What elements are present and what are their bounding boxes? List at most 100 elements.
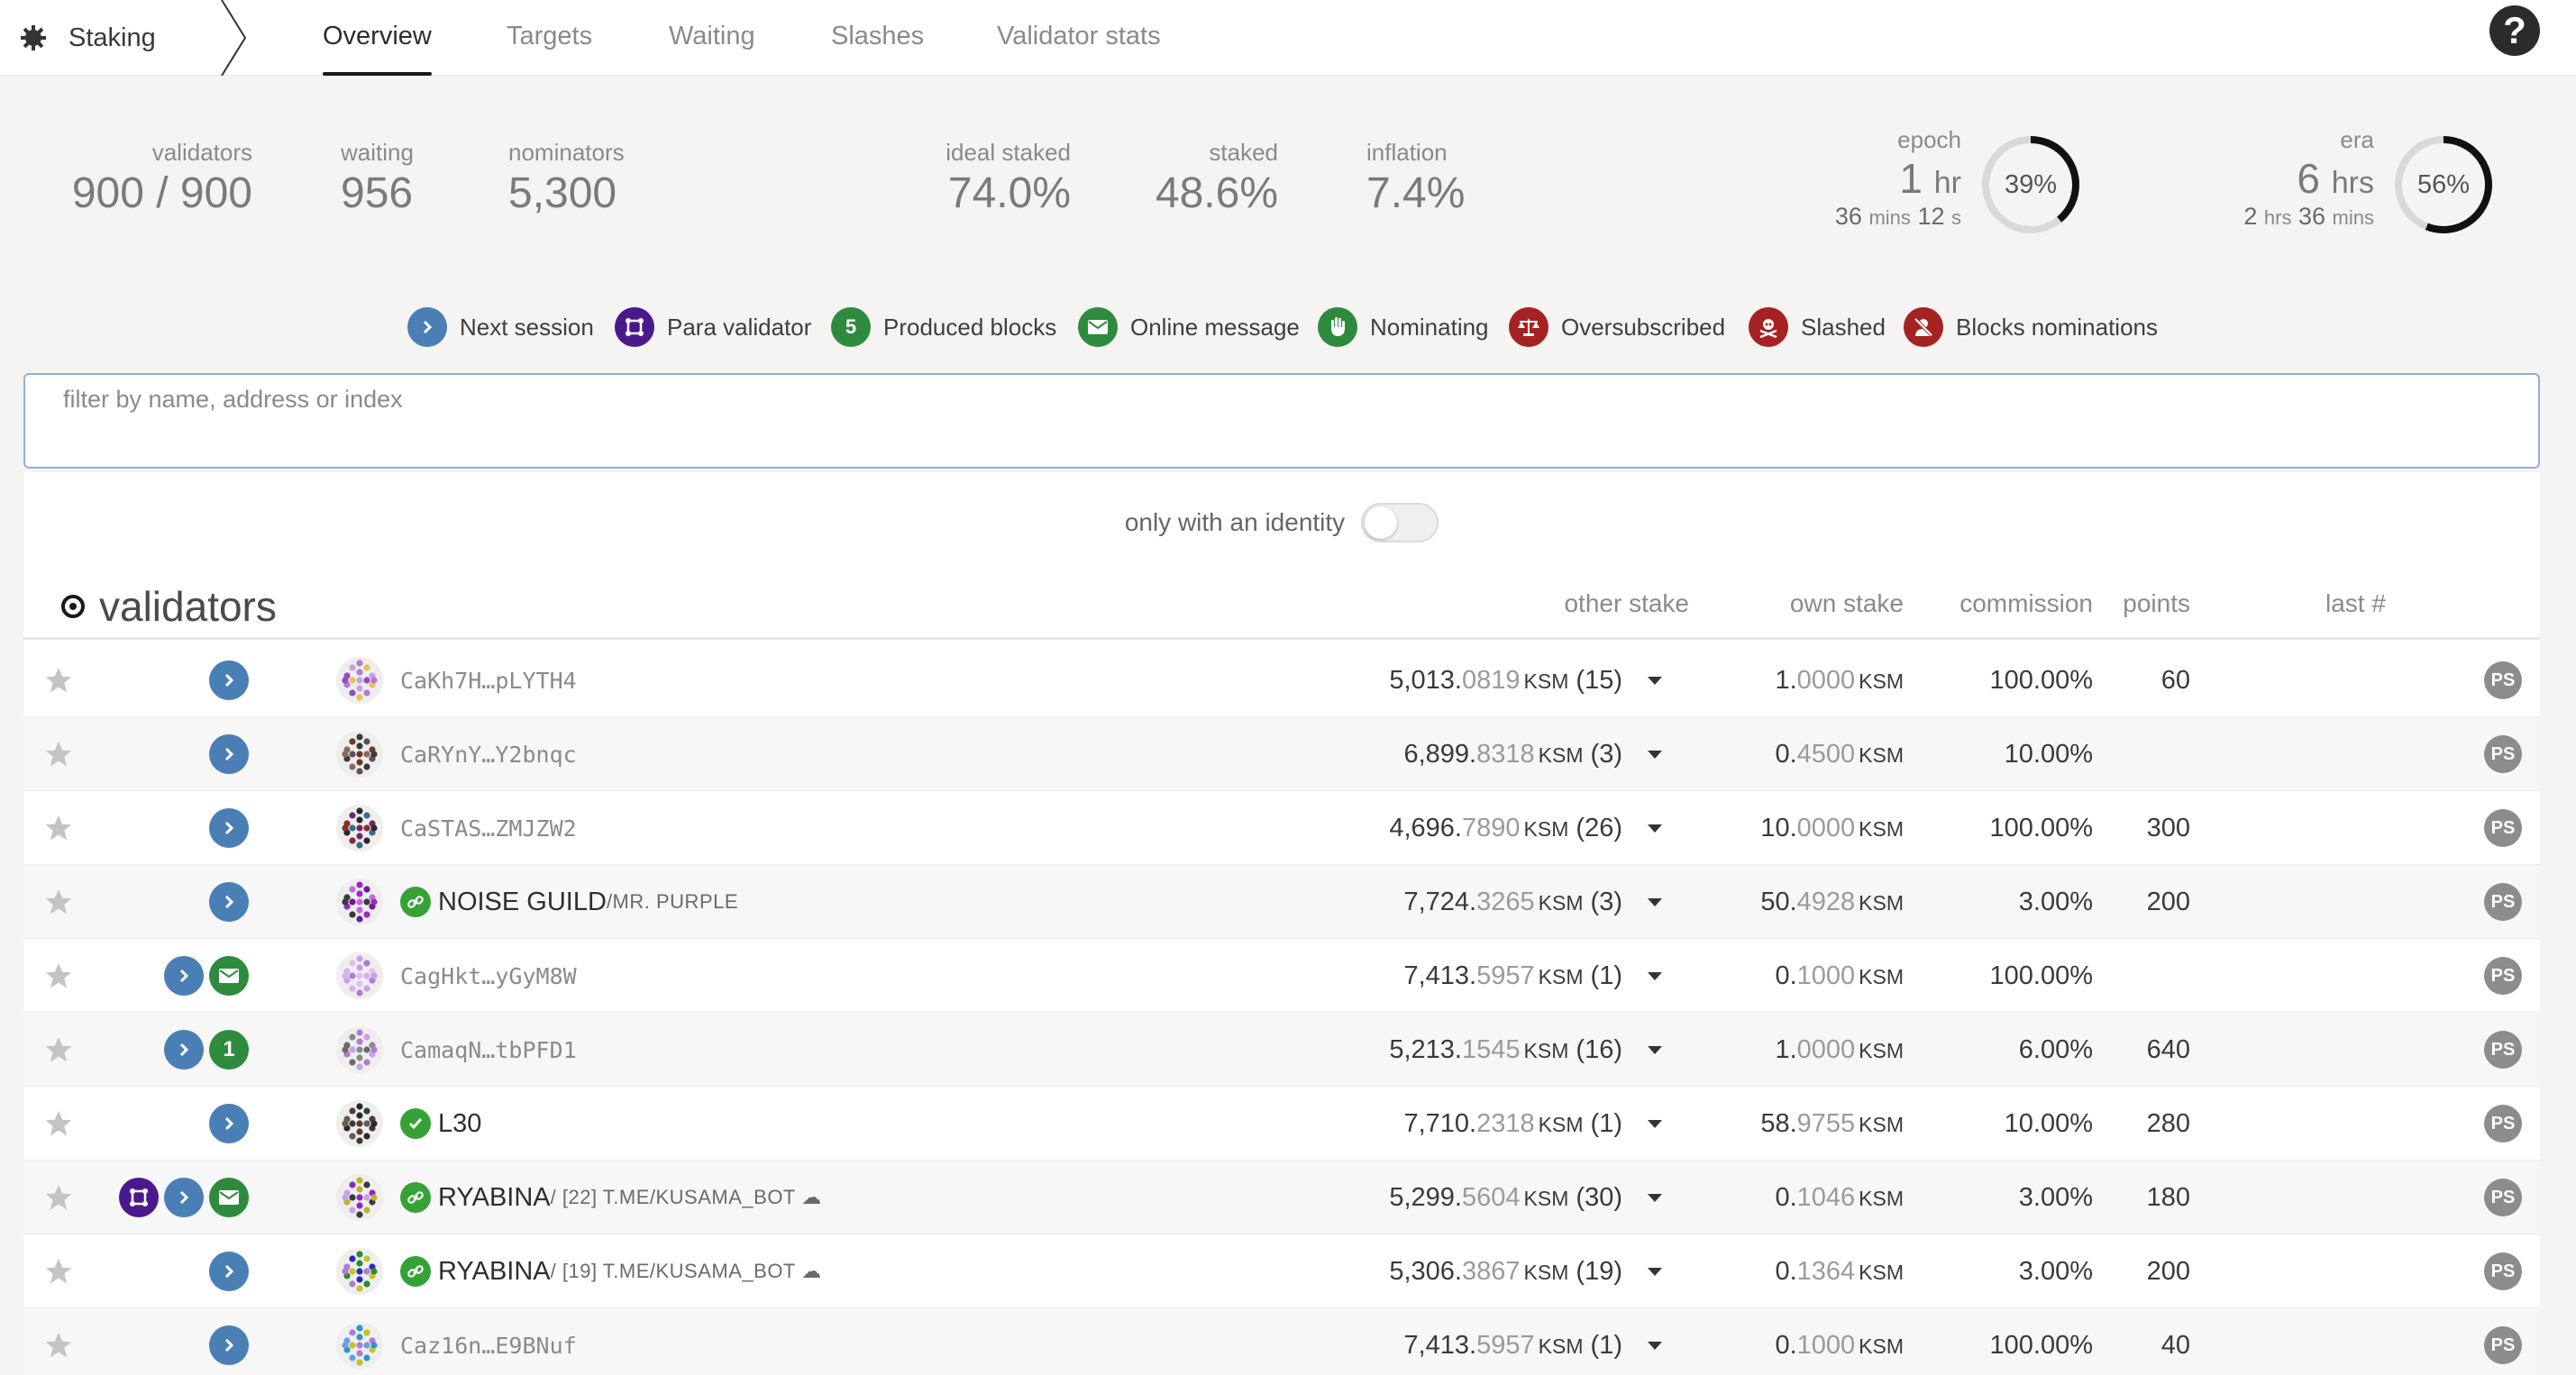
other-stake-cell[interactable]: 6,899.8318 KSM (3): [1403, 717, 1664, 791]
table-row[interactable]: 1 CamaqN…tbPFD1 5,213.1545 KSM (16) 1.0000 KS…: [23, 1013, 2540, 1087]
account-name[interactable]: CaKh7H…pLYTH4: [400, 643, 577, 717]
identicon-avatar[interactable]: [335, 1247, 384, 1296]
header-last-block[interactable]: last #: [2325, 589, 2386, 618]
identity-toggle[interactable]: [1361, 503, 1439, 542]
table-row[interactable]: CaSTAS…ZMJZW2 4,696.7890 KSM (26) 10.0000 KS…: [23, 791, 2540, 865]
identicon-avatar[interactable]: [335, 1173, 384, 1222]
caret-down-icon[interactable]: [1646, 749, 1664, 760]
tab-overview[interactable]: Overview: [323, 0, 432, 76]
account-address[interactable]: CaSTAS…ZMJZW2: [400, 815, 577, 842]
account-cell[interactable]: L30: [335, 1087, 481, 1161]
tab-targets[interactable]: Targets: [507, 0, 592, 76]
identicon-avatar[interactable]: [335, 1099, 384, 1148]
account-cell[interactable]: NOISE GUILD/MR. PURPLE: [335, 865, 738, 939]
account-cell[interactable]: CaKh7H…pLYTH4: [335, 643, 577, 717]
caret-down-icon[interactable]: [1646, 1340, 1664, 1351]
identicon-avatar[interactable]: [335, 878, 384, 926]
star-icon[interactable]: [43, 887, 74, 917]
identicon-avatar[interactable]: [335, 656, 384, 705]
account-cell[interactable]: CamaqN…tbPFD1: [335, 1013, 577, 1087]
account-cell[interactable]: CagHkt…yGyM8W: [335, 939, 577, 1013]
polkastats-link-icon[interactable]: PS: [2484, 957, 2522, 995]
caret-down-icon[interactable]: [1646, 1266, 1664, 1277]
star-icon[interactable]: [43, 813, 74, 843]
other-stake-cell[interactable]: 5,299.5604 KSM (30): [1389, 1161, 1664, 1234]
star-icon[interactable]: [43, 1182, 74, 1213]
polkastats-link-icon[interactable]: PS: [2484, 809, 2522, 847]
other-stake-cell[interactable]: 7,413.5957 KSM (1): [1403, 939, 1664, 1013]
table-row[interactable]: RYABINA / [22] T.ME/KUSAMA_BOT ☁ 5,299.560…: [23, 1161, 2540, 1234]
identicon-avatar[interactable]: [335, 730, 384, 779]
account-name[interactable]: NOISE GUILD/MR. PURPLE: [400, 865, 738, 939]
star-icon[interactable]: [43, 739, 74, 769]
account-name[interactable]: CagHkt…yGyM8W: [400, 939, 577, 1013]
polkastats-link-icon[interactable]: PS: [2484, 661, 2522, 699]
filter-input[interactable]: [25, 375, 2538, 467]
polkastats-link-icon[interactable]: PS: [2484, 1031, 2522, 1069]
identicon-avatar[interactable]: [335, 1025, 384, 1074]
table-row[interactable]: CaRYnY…Y2bnqc 6,899.8318 KSM (3) 0.4500 KSM 1…: [23, 717, 2540, 791]
other-stake-cell[interactable]: 7,413.5957 KSM (1): [1403, 1308, 1664, 1375]
table-row[interactable]: RYABINA / [19] T.ME/KUSAMA_BOT ☁ 5,306.386…: [23, 1234, 2540, 1308]
account-name[interactable]: L30: [400, 1087, 481, 1161]
table-row[interactable]: CagHkt…yGyM8W 7,413.5957 KSM (1) 0.1000 KSM 1…: [23, 939, 2540, 1013]
tab-slashes[interactable]: Slashes: [831, 0, 924, 76]
account-cell[interactable]: RYABINA / [19] T.ME/KUSAMA_BOT ☁: [335, 1234, 822, 1308]
account-name[interactable]: RYABINA / [19] T.ME/KUSAMA_BOT ☁: [400, 1234, 822, 1308]
question-circle-icon[interactable]: ?: [2489, 5, 2540, 56]
polkastats-link-icon[interactable]: PS: [2484, 1179, 2522, 1216]
caret-down-icon[interactable]: [1646, 1192, 1664, 1203]
account-name[interactable]: RYABINA / [22] T.ME/KUSAMA_BOT ☁: [400, 1161, 822, 1234]
caret-down-icon[interactable]: [1646, 970, 1664, 981]
identity-name[interactable]: L30: [438, 1109, 481, 1139]
star-icon[interactable]: [43, 665, 74, 696]
account-cell[interactable]: RYABINA / [22] T.ME/KUSAMA_BOT ☁: [335, 1161, 822, 1234]
caret-down-icon[interactable]: [1646, 897, 1664, 907]
caret-down-icon[interactable]: [1646, 1118, 1664, 1129]
identity-name[interactable]: RYABINA: [438, 1183, 551, 1213]
account-name[interactable]: CaSTAS…ZMJZW2: [400, 791, 577, 865]
other-stake-cell[interactable]: 4,696.7890 KSM (26): [1389, 791, 1664, 865]
account-address[interactable]: CagHkt…yGyM8W: [400, 963, 577, 989]
polkastats-link-icon[interactable]: PS: [2484, 1252, 2522, 1290]
polkastats-link-icon[interactable]: PS: [2484, 1105, 2522, 1143]
account-address[interactable]: Caz16n…E9BNuf: [400, 1333, 577, 1359]
account-name[interactable]: Caz16n…E9BNuf: [400, 1308, 577, 1375]
brand[interactable]: Staking: [20, 0, 156, 76]
identity-name[interactable]: NOISE GUILD: [438, 888, 607, 917]
identity-name[interactable]: RYABINA: [438, 1257, 551, 1287]
caret-down-icon[interactable]: [1646, 675, 1664, 686]
table-row[interactable]: CaKh7H…pLYTH4 5,013.0819 KSM (15) 1.0000 KSM…: [23, 643, 2540, 717]
other-stake-cell[interactable]: 5,306.3867 KSM (19): [1389, 1234, 1664, 1308]
caret-down-icon[interactable]: [1646, 823, 1664, 833]
account-cell[interactable]: Caz16n…E9BNuf: [335, 1308, 577, 1375]
polkastats-link-icon[interactable]: PS: [2484, 883, 2522, 921]
table-row[interactable]: NOISE GUILD/MR. PURPLE 7,724.3265 KSM (3) 5…: [23, 865, 2540, 939]
header-commission[interactable]: commission: [1959, 589, 2093, 618]
tab-waiting[interactable]: Waiting: [669, 0, 755, 76]
account-address[interactable]: CaKh7H…pLYTH4: [400, 668, 577, 694]
star-icon[interactable]: [43, 1034, 74, 1065]
header-own-stake[interactable]: own stake: [1790, 589, 1904, 618]
tab-validator-stats[interactable]: Validator stats: [997, 0, 1161, 76]
header-points[interactable]: points: [2123, 589, 2190, 618]
header-other-stake[interactable]: other stake: [1564, 589, 1689, 618]
identicon-avatar[interactable]: [335, 1321, 384, 1370]
account-name[interactable]: CaRYnY…Y2bnqc: [400, 717, 577, 791]
other-stake-cell[interactable]: 5,213.1545 KSM (16): [1389, 1013, 1664, 1087]
identicon-avatar[interactable]: [335, 952, 384, 1000]
other-stake-cell[interactable]: 7,724.3265 KSM (3): [1403, 865, 1664, 939]
account-address[interactable]: CamaqN…tbPFD1: [400, 1037, 577, 1063]
table-row[interactable]: Caz16n…E9BNuf 7,413.5957 KSM (1) 0.1000 KSM 1…: [23, 1308, 2540, 1375]
polkastats-link-icon[interactable]: PS: [2484, 1326, 2522, 1364]
star-icon[interactable]: [43, 1330, 74, 1361]
account-address[interactable]: CaRYnY…Y2bnqc: [400, 742, 577, 768]
caret-down-icon[interactable]: [1646, 1044, 1664, 1055]
star-icon[interactable]: [43, 961, 74, 991]
star-icon[interactable]: [43, 1108, 74, 1139]
other-stake-cell[interactable]: 7,710.2318 KSM (1): [1403, 1087, 1664, 1161]
table-row[interactable]: L30 7,710.2318 KSM (1) 58.9755 KSM 10.00% 280 P…: [23, 1087, 2540, 1161]
star-icon[interactable]: [43, 1256, 74, 1287]
other-stake-cell[interactable]: 5,013.0819 KSM (15): [1389, 643, 1664, 717]
account-cell[interactable]: CaSTAS…ZMJZW2: [335, 791, 577, 865]
